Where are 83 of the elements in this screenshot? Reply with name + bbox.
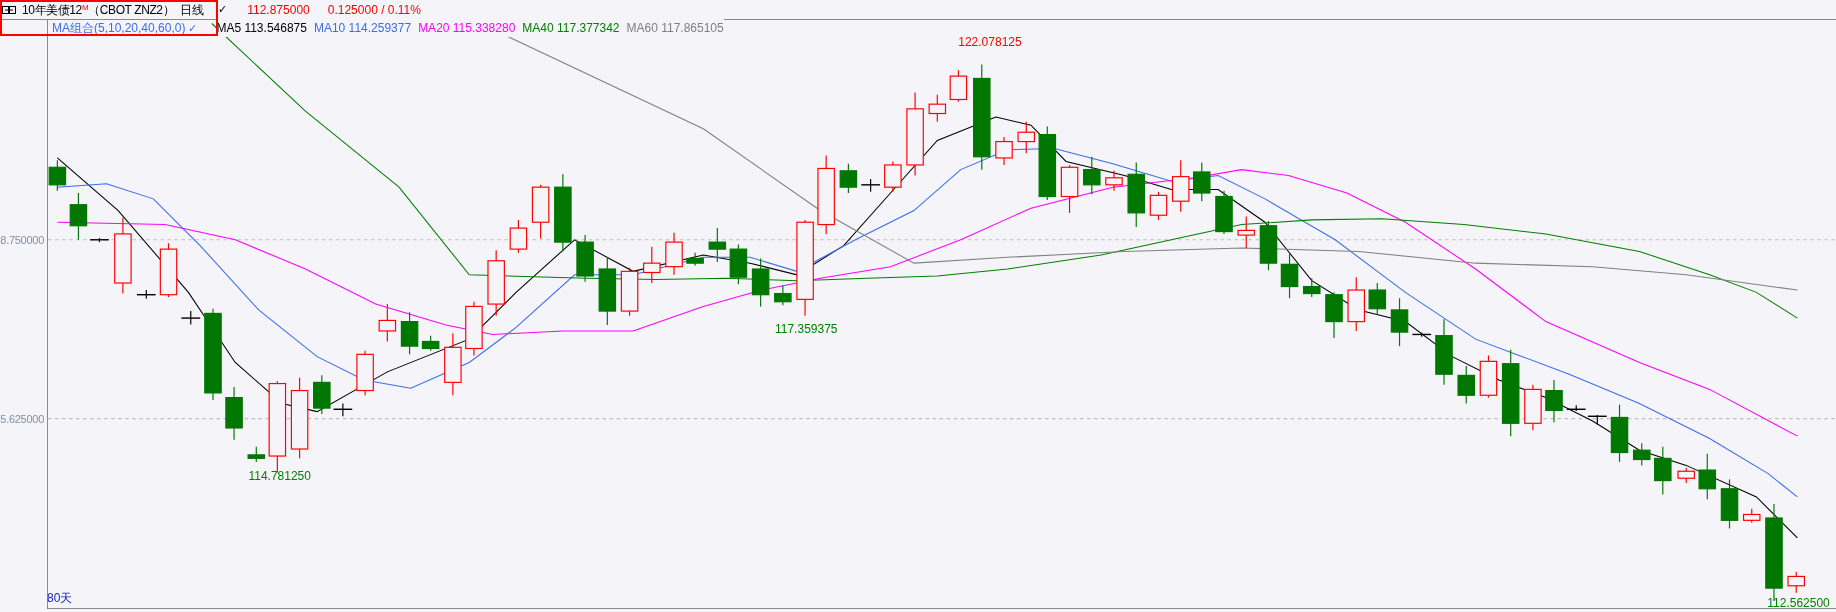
rising-candle <box>949 69 968 103</box>
falling-candle <box>1654 446 1672 496</box>
falling-candle <box>1457 365 1475 404</box>
rising-candle <box>1060 164 1079 214</box>
rising-candle <box>928 94 947 123</box>
falling-candle <box>225 386 243 441</box>
rising-candle <box>1524 384 1542 431</box>
falling-candle <box>1720 478 1739 530</box>
rising-candle <box>884 160 902 193</box>
falling-candle <box>1435 318 1453 386</box>
rising-candle <box>1787 571 1805 594</box>
falling-candle <box>1193 162 1211 202</box>
falling-candle <box>1325 291 1343 339</box>
price-label: 117.359375 <box>775 320 838 338</box>
falling-candle <box>421 335 440 352</box>
rising-candle <box>159 242 178 298</box>
falling-candle <box>1280 253 1299 299</box>
falling-candle <box>1127 162 1146 228</box>
rising-candle <box>1237 215 1255 249</box>
rising-candle <box>643 246 661 284</box>
falling-candle <box>839 163 858 194</box>
instrument-title: 10年美债12$^{M}$（CBOT ZNZ2） <box>22 1 175 19</box>
doji-candle <box>180 310 201 326</box>
falling-candle <box>751 257 770 307</box>
last-price: 112.875000 <box>247 1 310 19</box>
falling-candle <box>1083 156 1101 195</box>
doji-candle <box>860 178 881 193</box>
link-icon[interactable] <box>2 5 16 14</box>
price-label: 122.078125 <box>958 34 1022 52</box>
rising-candle <box>356 350 374 396</box>
rising-candle <box>1149 191 1168 221</box>
axis-label: 8.750000 <box>0 232 44 248</box>
doji-candle <box>1566 404 1587 412</box>
falling-candle <box>1632 442 1651 466</box>
falling-candle <box>69 192 88 241</box>
rising-candle <box>1347 276 1365 332</box>
falling-candle <box>1215 190 1233 235</box>
falling-candle <box>313 374 331 415</box>
doji-candle <box>89 237 110 243</box>
rising-candle <box>444 332 462 396</box>
doji-candle <box>1411 332 1432 338</box>
falling-candle <box>598 256 617 326</box>
falling-candle <box>1390 297 1409 347</box>
doji-candle <box>1587 414 1608 426</box>
falling-candle <box>686 252 704 267</box>
period-label[interactable]: 日线 <box>180 0 205 19</box>
rising-candle <box>531 184 550 240</box>
check-mark: ✓ <box>218 2 228 18</box>
check-mark: ✓ <box>188 20 198 36</box>
rising-candle <box>995 136 1013 166</box>
rising-candle <box>1677 467 1695 484</box>
falling-candle <box>1303 277 1321 298</box>
rising-candle <box>1171 159 1190 213</box>
falling-candle <box>576 234 594 283</box>
rising-candle <box>1105 170 1123 192</box>
falling-candle <box>247 446 266 463</box>
falling-candle <box>48 159 67 192</box>
falling-candle <box>1259 220 1278 271</box>
rising-candle <box>378 303 397 343</box>
axis-label: 5.625000 <box>0 412 44 428</box>
rising-candle <box>665 232 683 276</box>
range-label: 80天 <box>47 590 73 607</box>
falling-candle <box>774 284 792 306</box>
falling-candle <box>708 227 727 263</box>
indicator-preset[interactable]: MA组合(5,10,20,40,60,0) <box>52 19 186 37</box>
price-label: 112.562500 <box>1767 595 1830 612</box>
price-label: 114.781250 <box>248 467 311 485</box>
rising-candle <box>1479 354 1498 399</box>
falling-candle <box>1610 404 1629 463</box>
falling-candle <box>1545 379 1563 423</box>
rising-candle <box>465 301 483 357</box>
price-change: 0.125000 / 0.11% <box>327 1 421 19</box>
falling-candle <box>1368 282 1387 316</box>
rising-candle <box>487 249 505 317</box>
doji-candle <box>136 289 157 300</box>
falling-candle <box>729 243 748 285</box>
rising-candle <box>1017 121 1036 154</box>
rising-candle <box>620 267 639 317</box>
doji-candle <box>332 402 353 417</box>
rising-candle <box>509 219 528 254</box>
falling-candle <box>400 311 419 355</box>
falling-candle <box>1698 453 1717 500</box>
rising-candle <box>1742 508 1761 524</box>
